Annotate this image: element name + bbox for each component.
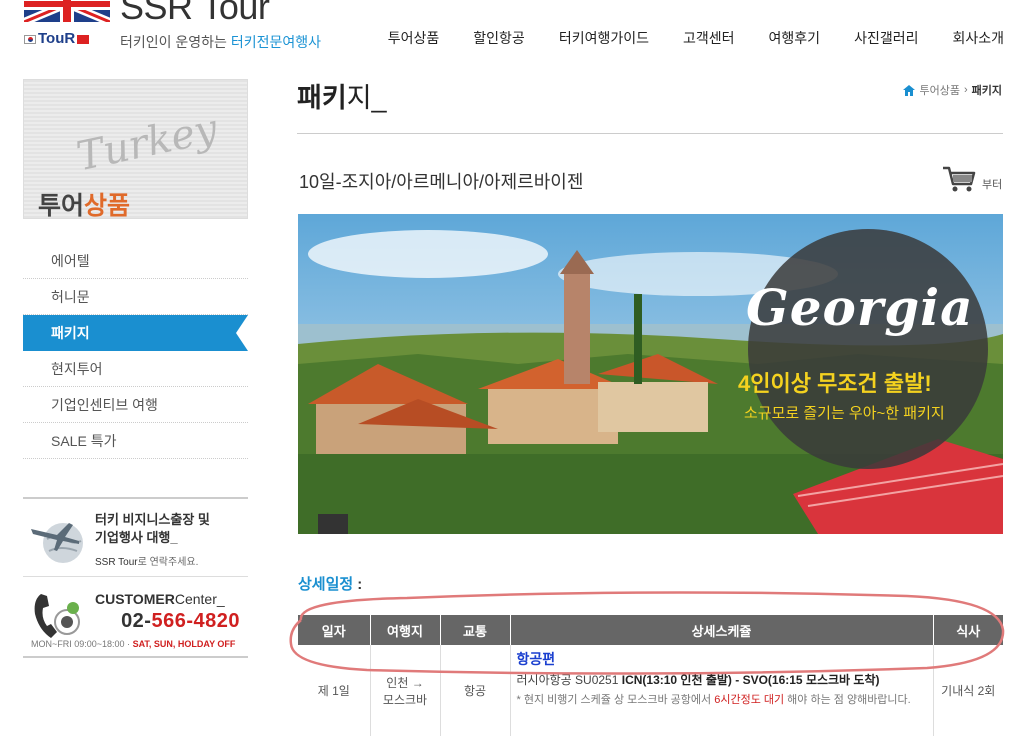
nav-tour-products[interactable]: 투어상품 — [388, 28, 440, 48]
sidebar-item-airtel[interactable]: 에어텔 — [23, 243, 248, 279]
detail-note-1: * 현지 비행기 스케쥴 상 모스크바 공항에서 — [516, 694, 715, 706]
sidebar-item-label: 현지투어 — [51, 360, 103, 377]
breadcrumb-parent[interactable]: 투어상품 — [919, 82, 959, 98]
banner-line2: 소규모로 즐기는 우아~한 패키지 — [744, 405, 945, 422]
page-title-rest: 지_ — [346, 83, 387, 113]
phone-rest: 566-4820 — [151, 610, 240, 632]
page-title: 패키지_ — [297, 76, 387, 115]
detail-title: 항공편 — [516, 651, 556, 667]
detail-airline: 러시아항공 SU0251 — [516, 673, 622, 687]
nav-customer-center[interactable]: 고객센터 — [683, 28, 735, 48]
sidebar-visual: Turkey 투어상품 — [23, 79, 248, 219]
col-day: 일자 — [298, 615, 371, 645]
tagline-prefix: 터키인이 운영하는 — [120, 34, 227, 50]
customer-center-box[interactable]: CUSTOMERCenter_ 02-566-4820 MON~FRI 09:0… — [23, 580, 248, 658]
logo-small-text: TouR — [24, 30, 90, 47]
breadcrumb-current: 패키지 — [971, 85, 1002, 97]
sidebar-visual-title: 투어상품 — [38, 186, 131, 219]
logo-small-label: TouR — [38, 30, 76, 47]
customer-hours: MON~FRI 09:00~18:00 · SAT, SUN, HOLDAY O… — [31, 639, 235, 649]
tagline-highlight: 터키전문여행사 — [230, 34, 321, 50]
page-title-bold: 패키 — [297, 83, 347, 113]
sidebar-item-package[interactable]: 패키지 — [23, 315, 248, 351]
cell-meal: 기내식 2회 — [933, 645, 1003, 736]
place-line1: 인천 → — [386, 675, 424, 690]
hours-weekday: MON~FRI 09:00~18:00 · — [31, 639, 133, 649]
customer-title-rest: Center_ — [174, 591, 225, 607]
detail-flight: 러시아항공 SU0251 ICN(13:10 인천 출발) - SVO(16:1… — [517, 671, 933, 688]
globe-airplane-icon — [31, 523, 83, 563]
col-transport: 교통 — [440, 615, 511, 645]
business-line1: 터키 비지니스출장 및 — [95, 512, 210, 527]
business-line2: 기업행사 대행_ — [95, 530, 178, 545]
union-jack-logo-icon — [24, 0, 110, 22]
phone-prefix: 02- — [121, 610, 152, 632]
nav-discount-flights[interactable]: 할인항공 — [473, 28, 525, 48]
detail-route: ICN(13:10 인천 출발) - SVO(16:15 모스크바 도착) — [621, 673, 880, 687]
banner-line1: 4인이상 무조건 출발! — [738, 371, 932, 396]
business-sub-rest: 로 연락주세요. — [137, 557, 199, 568]
tagline: 터키인이 운영하는 터키전문여행사 — [120, 32, 321, 52]
georgia-banner: Georgia 4인이상 무조건 출발! 소규모로 즐기는 우아~한 패키지 — [298, 214, 1003, 534]
breadcrumb-separator: › — [963, 84, 968, 96]
sidebar-item-label: SALE 특가 — [51, 432, 117, 449]
col-meal: 식사 — [933, 615, 1003, 645]
cell-place: 인천 → 모스크바 — [370, 645, 441, 736]
business-trip-sub: SSR Tour로 연락주세요. — [95, 553, 198, 568]
customer-phone-number[interactable]: 02-566-4820 — [121, 610, 240, 633]
turkey-flag-icon — [77, 34, 90, 44]
business-trip-title: 터키 비지니스출장 및 기업행사 대행_ — [95, 511, 210, 547]
sidebar-item-label: 기업인센티브 여행 — [51, 396, 158, 413]
customer-center-title: CUSTOMERCenter_ — [95, 591, 225, 607]
cell-detail: 항공편 러시아항공 SU0251 ICN(13:10 인천 출발) - SVO(… — [510, 645, 934, 736]
breadcrumb: 투어상품 › 패키지 — [903, 82, 1002, 98]
col-place: 여행지 — [370, 615, 441, 645]
telephone-icon — [34, 594, 80, 638]
business-sub-brand: SSR Tour — [95, 557, 138, 568]
schedule-title-text: 상세일정 — [298, 576, 354, 593]
schedule-header-row: 일자 여행지 교통 상세스케쥴 식사 — [298, 615, 1003, 645]
nav-travel-guide[interactable]: 터키여행가이드 — [559, 28, 649, 48]
customer-title-bold: CUSTOMER — [95, 591, 175, 607]
detail-note-2: 해야 하는 점 양해바랍니다. — [784, 694, 911, 706]
cell-day: 제 1일 — [298, 645, 371, 736]
header: SSR Tour TouR 터키인이 운영하는 터키전문여행사 투어상품 할인항… — [0, 0, 1026, 60]
sidebar-menu: 에어텔 허니문 패키지 현지투어 기업인센티브 여행 SALE 특가 — [23, 243, 248, 459]
nav-reviews[interactable]: 여행후기 — [769, 28, 821, 48]
col-detail: 상세스케쥴 — [510, 615, 934, 645]
cell-transport: 항공 — [440, 645, 511, 736]
sidebar-item-sale[interactable]: SALE 특가 — [23, 423, 248, 459]
sidebar-item-incentive[interactable]: 기업인센티브 여행 — [23, 387, 248, 423]
detail-note-red: 6시간정도 대기 — [714, 694, 785, 706]
title-divider — [297, 133, 1003, 134]
sidebar-item-label: 에어텔 — [51, 252, 90, 269]
banner-headline: Georgia — [746, 278, 974, 337]
product-title: 10일-조지아/아르메니아/아제르바이젠 — [299, 172, 584, 192]
cart-icon[interactable] — [942, 166, 976, 192]
schedule-title-colon: : — [357, 576, 363, 593]
business-trip-banner[interactable]: 터키 비지니스출장 및 기업행사 대행_ SSR Tour로 연락주세요. — [23, 497, 248, 577]
price-from-label: 부터 — [982, 179, 1003, 191]
sidebar-item-honeymoon[interactable]: 허니문 — [23, 279, 248, 315]
sidebar-item-label: 허니문 — [51, 288, 90, 305]
global-nav: 투어상품 할인항공 터키여행가이드 고객센터 여행후기 사진갤러리 회사소개 — [354, 28, 1004, 48]
place-line2: 모스크바 — [382, 692, 428, 707]
sidebar-item-local-tour[interactable]: 현지투어 — [23, 351, 248, 387]
sidebar-title-part1: 투어 — [38, 192, 85, 219]
schedule-section-title: 상세일정: — [298, 573, 362, 594]
nav-photo-gallery[interactable]: 사진갤러리 — [854, 28, 918, 48]
nav-about[interactable]: 회사소개 — [952, 28, 1004, 48]
table-row: 제 1일 인천 → 모스크바 항공 항공편 러시아항공 SU0251 ICN(1… — [298, 645, 1003, 736]
sidebar-title-part2: 상품 — [84, 192, 131, 219]
schedule-table: 일자 여행지 교통 상세스케쥴 식사 제 1일 인천 → 모스크바 항공 항공편… — [298, 615, 1003, 736]
sidebar-item-label: 패키지 — [51, 325, 90, 341]
korea-flag-icon — [24, 34, 36, 44]
hours-holiday: SAT, SUN, HOLDAY OFF — [132, 639, 236, 649]
brand-name[interactable]: SSR Tour — [120, 0, 270, 28]
detail-note: * 현지 비행기 스케쥴 상 모스크바 공항에서 6시간정도 대기 해야 하는 … — [517, 691, 933, 707]
home-icon[interactable] — [903, 84, 916, 96]
